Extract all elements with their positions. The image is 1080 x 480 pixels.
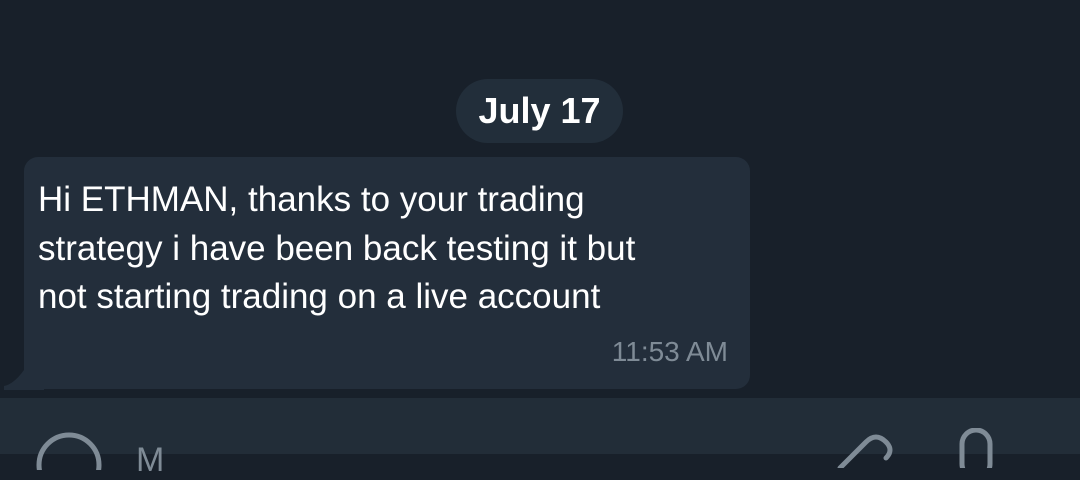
chat-area[interactable]: July 17 Hi ETHMAN, thanks to your tradin…	[0, 0, 1080, 398]
message-input-placeholder[interactable]: M	[136, 440, 164, 480]
message-line: not starting trading on a live account	[38, 277, 601, 316]
date-separator-label: July 17	[478, 90, 601, 131]
message-line: Hi ETHMAN, thanks to your trading	[38, 180, 585, 219]
attach-icon[interactable]	[832, 428, 896, 468]
message-text: Hi ETHMAN, thanks to your trading strate…	[38, 176, 738, 322]
message-timestamp: 11:53 AM	[611, 336, 728, 367]
microphone-icon[interactable]	[958, 428, 994, 468]
emoji-icon[interactable]	[34, 430, 104, 470]
message-line: strategy i have been back testing it but	[38, 228, 636, 268]
date-separator: July 17	[456, 79, 623, 143]
